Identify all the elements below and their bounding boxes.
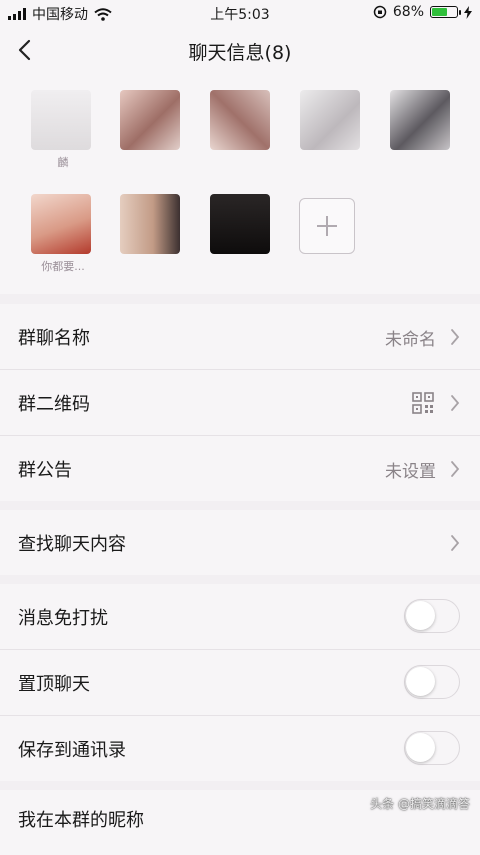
pin-toggle[interactable] [404,665,460,699]
mute-toggle[interactable] [404,599,460,633]
group-notice-value: 未设置 [385,462,436,482]
group-name-label: 群聊名称 [18,328,90,349]
group-notice-row[interactable]: 群公告 未设置 [0,436,480,501]
member-item[interactable]: 麟 [31,90,95,170]
chevron-right-icon [451,329,460,345]
save-contacts-row: 保存到通讯录 [0,716,480,781]
member-avatar [31,90,91,150]
search-chat-row[interactable]: 查找聊天内容 [0,510,480,575]
member-name: 麟 [57,156,69,169]
toggle-section: 消息免打扰 置顶聊天 保存到通讯录 [0,584,480,781]
member-item[interactable] [120,194,184,258]
save-contacts-toggle[interactable] [404,731,460,765]
pin-row: 置顶聊天 [0,650,480,716]
group-notice-label: 群公告 [18,460,72,481]
status-bar: 中国移动 上午5:03 68% [0,0,480,26]
group-name-value: 未命名 [385,330,436,350]
member-item[interactable] [390,90,454,154]
mute-label: 消息免打扰 [18,608,108,629]
chevron-right-icon [451,395,460,411]
group-info-section: 群聊名称 未命名 群二维码 群公告 未设置 [0,304,480,501]
search-section: 查找聊天内容 [0,510,480,575]
status-right: 68% [373,4,472,20]
member-item[interactable] [120,90,184,154]
qrcode-row[interactable]: 群二维码 [0,370,480,436]
save-contacts-label: 保存到通讯录 [18,740,126,761]
member-item[interactable] [210,90,274,154]
member-avatar [120,194,180,254]
member-avatar [120,90,180,150]
member-avatar [210,90,270,150]
member-item[interactable]: 你都要... [31,194,95,274]
page-title: 聊天信息(8) [188,42,292,64]
qrcode-label: 群二维码 [18,394,90,415]
member-item[interactable] [300,90,364,154]
member-avatar [390,90,450,150]
member-avatar [31,194,91,254]
group-name-row[interactable]: 群聊名称 未命名 [0,304,480,370]
qrcode-icon [412,392,434,414]
battery-percent: 68% [392,4,424,20]
chevron-right-icon [451,535,460,551]
chevron-right-icon [451,461,460,477]
member-avatar [300,90,360,150]
member-item[interactable] [210,194,274,258]
pin-label: 置顶聊天 [18,674,90,695]
charging-icon [464,5,472,19]
add-member-button[interactable] [299,198,355,254]
watermark: 头条 @搞笑滴滴答 [370,797,470,811]
nickname-label: 我在本群的昵称 [18,810,144,831]
member-grid: 麟 你都要... [0,74,480,294]
mute-row: 消息免打扰 [0,584,480,650]
search-chat-label: 查找聊天内容 [18,534,126,555]
nav-bar: 聊天信息(8) [0,26,480,74]
orientation-lock-icon [373,5,387,19]
battery-icon [430,6,461,18]
member-avatar [210,194,270,254]
member-name: 你都要... [41,260,85,273]
